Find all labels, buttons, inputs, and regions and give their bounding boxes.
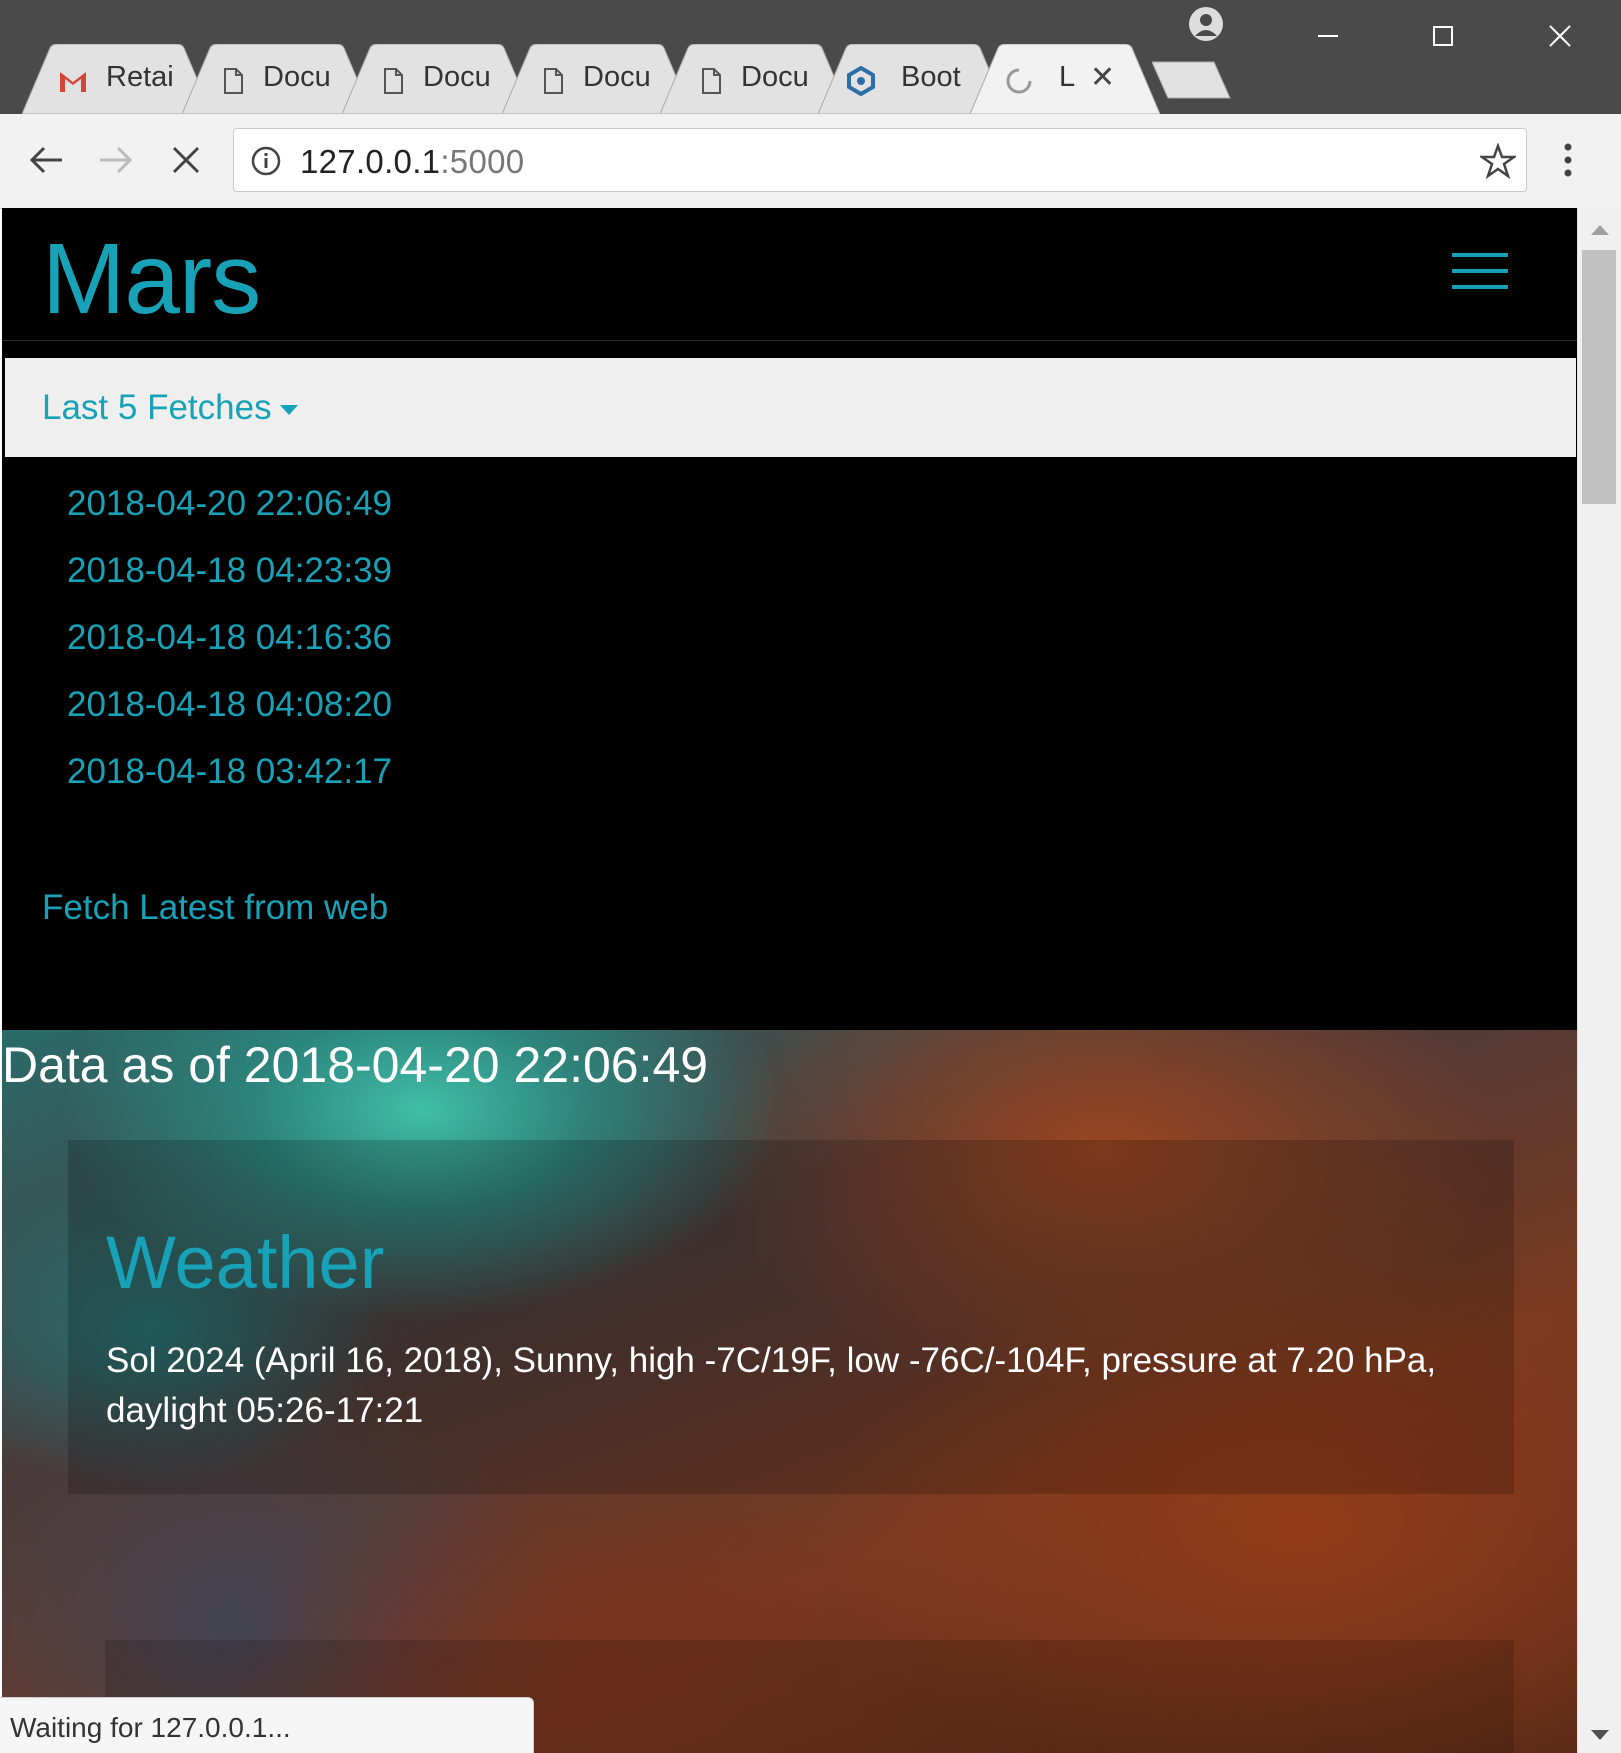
url-host: 127.0.0.1 <box>300 143 441 180</box>
next-card-title: es <box>545 1740 623 1753</box>
document-icon <box>224 68 243 94</box>
address-bar[interactable]: 127.0.0.1:5000 <box>233 128 1527 192</box>
tab-close-icon[interactable]: ✕ <box>1090 60 1115 95</box>
vertical-scrollbar[interactable] <box>1577 208 1621 1753</box>
weather-card: Weather Sol 2024 (April 16, 2018), Sunny… <box>68 1140 1514 1494</box>
navbar: Mars <box>2 208 1577 341</box>
status-text: Waiting for 127.0.0.1... <box>10 1712 291 1743</box>
tab-label: Docu <box>741 61 809 93</box>
tab-active-loading[interactable]: L ✕ <box>970 44 1160 114</box>
tab-label: Docu <box>263 61 331 93</box>
caret-down-icon <box>279 404 298 415</box>
hamburger-menu-icon[interactable] <box>1452 253 1508 293</box>
fetch-item[interactable]: 2018-04-18 03:42:17 <box>67 752 392 792</box>
tab-label: Retai <box>106 61 174 93</box>
fetch-item[interactable]: 2018-04-18 04:16:36 <box>67 618 392 658</box>
menu-kebab-icon[interactable] <box>1560 140 1576 180</box>
tab-label: L <box>1059 61 1075 93</box>
browser-toolbar: 127.0.0.1:5000 <box>0 114 1621 209</box>
status-bubble: Waiting for 127.0.0.1... <box>0 1697 534 1753</box>
forward-arrow-icon[interactable] <box>96 142 136 178</box>
maximize-icon[interactable] <box>1415 14 1471 58</box>
bootstrap-icon <box>847 66 875 96</box>
info-icon[interactable] <box>250 145 282 177</box>
weather-title: Weather <box>106 1221 385 1304</box>
scroll-down-arrow-icon[interactable] <box>1590 1729 1610 1741</box>
tab-label: Boot <box>901 61 961 93</box>
minimize-icon[interactable] <box>1300 14 1356 58</box>
fetch-latest-link[interactable]: Fetch Latest from web <box>42 888 388 928</box>
gmail-icon <box>60 72 86 92</box>
url-text: 127.0.0.1:5000 <box>300 143 524 181</box>
url-port: :5000 <box>440 143 525 180</box>
weather-text: Sol 2024 (April 16, 2018), Sunny, high -… <box>106 1341 1437 1430</box>
close-window-icon[interactable] <box>1532 14 1588 58</box>
fetch-item[interactable]: 2018-04-18 04:08:20 <box>67 685 392 725</box>
last-fetches-dropdown[interactable]: Last 5 Fetches <box>42 388 298 428</box>
stop-loading-icon[interactable] <box>168 142 204 178</box>
data-as-of-heading: Data as of 2018-04-20 22:06:49 <box>2 1037 709 1093</box>
scroll-thumb[interactable] <box>1582 250 1616 504</box>
tab-label: Docu <box>423 61 491 93</box>
profile-icon[interactable] <box>1188 6 1224 42</box>
new-tab-button[interactable] <box>1152 60 1232 100</box>
bookmark-star-icon[interactable] <box>1480 143 1516 179</box>
document-icon <box>702 68 721 94</box>
brand-title[interactable]: Mars <box>42 222 261 337</box>
loading-spinner-icon <box>1006 68 1032 94</box>
back-arrow-icon[interactable] <box>26 142 66 178</box>
page-viewport: Mars Last 5 Fetches 2018-04-20 22:06:49 … <box>2 208 1577 1753</box>
fetch-item[interactable]: 2018-04-18 04:23:39 <box>67 551 392 591</box>
scroll-up-arrow-icon[interactable] <box>1590 224 1610 236</box>
document-icon <box>384 68 403 94</box>
dropdown-label: Last 5 Fetches <box>42 388 272 427</box>
fetches-dropdown-bar: Last 5 Fetches <box>5 358 1576 457</box>
browser-titlebar: Retai Docu Docu Docu Docu Boot L ✕ <box>0 0 1621 114</box>
document-icon <box>544 68 563 94</box>
tab-label: Docu <box>583 61 651 93</box>
fetch-item[interactable]: 2018-04-20 22:06:49 <box>67 484 392 524</box>
mars-hero-section: Data as of 2018-04-20 22:06:49 Weather S… <box>2 1030 1577 1753</box>
